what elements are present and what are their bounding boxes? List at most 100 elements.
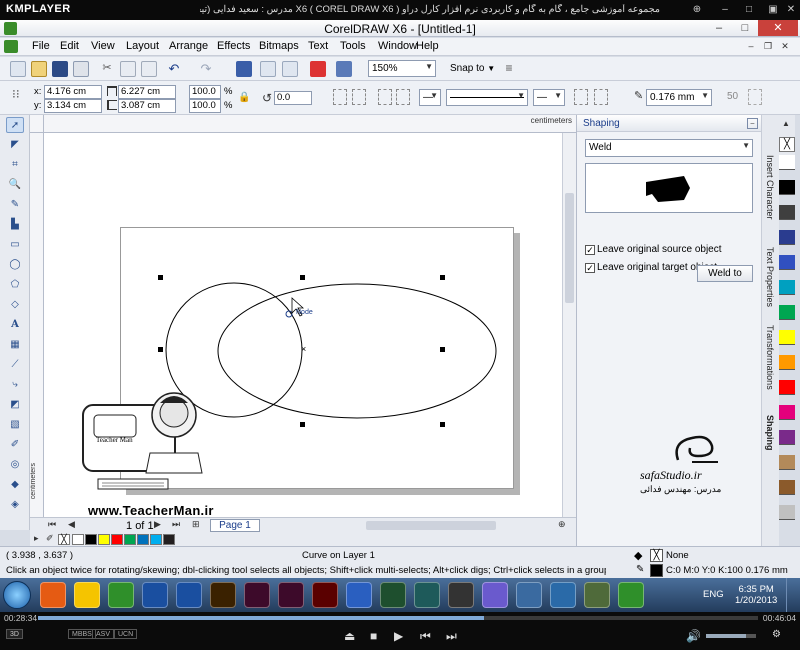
export-icon[interactable] <box>282 61 298 77</box>
color-swatch[interactable] <box>779 255 795 270</box>
import-icon[interactable] <box>260 61 276 77</box>
palette-swatch[interactable] <box>150 534 162 545</box>
document-icon[interactable] <box>4 40 18 53</box>
application-launcher-icon[interactable] <box>336 61 352 77</box>
shaping-mode-select[interactable]: Weld ▼ <box>585 139 753 157</box>
color-swatch[interactable] <box>779 380 795 395</box>
close-curve-icon[interactable] <box>574 89 588 105</box>
blend-tool-icon[interactable]: ◩ <box>6 397 24 413</box>
no-color-swatch[interactable]: ╳ <box>58 534 70 545</box>
system-clock[interactable]: 6:35 PM 1/20/2013 <box>735 584 777 606</box>
badge-3[interactable]: UCN <box>114 629 138 639</box>
menu-file[interactable]: File <box>32 40 50 52</box>
taskbar-app-app[interactable] <box>584 582 610 608</box>
selection-handle[interactable] <box>300 275 305 280</box>
taskbar-app-app[interactable] <box>380 582 406 608</box>
wrap-text-icon[interactable] <box>594 89 608 105</box>
transparency-tool-icon[interactable]: ▧ <box>6 417 24 433</box>
palette-scroll-icon[interactable]: ▸ <box>34 533 39 544</box>
x-position-field[interactable]: 4.176 cm <box>44 85 102 99</box>
fill-swatch[interactable]: ╳ <box>650 549 663 562</box>
paste-icon[interactable] <box>141 61 157 77</box>
crop-tool-icon[interactable]: ⌗ <box>6 157 24 173</box>
color-swatch[interactable] <box>779 405 795 420</box>
search-content-icon[interactable] <box>236 61 252 77</box>
selection-handle[interactable] <box>440 275 445 280</box>
color-swatch[interactable] <box>779 455 795 470</box>
color-swatch[interactable] <box>779 205 795 220</box>
color-swatch[interactable] <box>779 430 795 445</box>
start-arrowhead-select[interactable]: — ▼ <box>419 89 441 106</box>
scale-x-field[interactable]: 100.0 <box>189 85 221 99</box>
language-indicator[interactable]: ENG <box>703 589 724 600</box>
color-swatch[interactable] <box>779 230 795 245</box>
pick-tool-icon[interactable]: ➚ <box>6 117 24 133</box>
taskbar-app-coreldraw[interactable] <box>618 582 644 608</box>
color-swatch[interactable] <box>779 355 795 370</box>
ruler-origin[interactable] <box>30 115 44 133</box>
horizontal-scroll-thumb[interactable] <box>366 521 496 530</box>
mirror-horizontal-icon[interactable] <box>333 89 347 105</box>
color-swatch[interactable] <box>779 180 795 195</box>
save-icon[interactable] <box>52 61 68 77</box>
shape-tool-icon[interactable]: ◤ <box>6 137 24 153</box>
prev-page-icon[interactable]: ◀ <box>68 519 75 530</box>
options-icon[interactable]: ≡ <box>501 61 517 77</box>
menu-arrange[interactable]: Arrange <box>169 40 208 52</box>
angle-field[interactable]: 0.0 <box>274 91 312 105</box>
taskbar-app-app[interactable] <box>414 582 440 608</box>
doc-close-button[interactable]: ✕ <box>779 40 791 52</box>
zoom-level-select[interactable]: 150% ▼ <box>368 60 436 77</box>
taskbar-app-search[interactable] <box>346 582 372 608</box>
maximize-button[interactable]: □ <box>732 20 758 36</box>
outline-swatch[interactable] <box>650 564 663 577</box>
play-icon[interactable]: ▶ <box>394 629 403 643</box>
menu-layout[interactable]: Layout <box>126 40 159 52</box>
volume-slider[interactable] <box>706 634 756 638</box>
palette-swatch[interactable] <box>85 534 97 545</box>
interactive-fill-tool-icon[interactable]: ◈ <box>6 497 24 513</box>
palette-swatch[interactable] <box>72 534 84 545</box>
eject-icon[interactable]: ⏏ <box>344 629 355 643</box>
object-origin-icon[interactable]: ⁝⁝ <box>12 87 26 107</box>
menu-text[interactable]: Text <box>308 40 328 52</box>
vertical-ruler[interactable]: centimeters <box>30 133 44 530</box>
copy-icon[interactable] <box>120 61 136 77</box>
horizontal-ruler[interactable]: centimeters <box>30 115 576 133</box>
menu-edit[interactable]: Edit <box>60 40 79 52</box>
print-icon[interactable] <box>73 61 89 77</box>
scale-y-field[interactable]: 100.0 <box>189 99 221 113</box>
next-icon[interactable]: ⏭ <box>446 629 457 644</box>
leave-target-checkbox[interactable]: ✓ <box>585 263 595 273</box>
no-fill-swatch[interactable]: ╳ <box>779 137 795 152</box>
tab-transformations[interactable]: Transformations <box>765 325 775 390</box>
quick-customize-icon[interactable] <box>748 89 762 105</box>
arrange-icon[interactable] <box>378 89 392 105</box>
doc-restore-button[interactable]: ❐ <box>762 40 774 52</box>
new-document-icon[interactable] <box>10 61 26 77</box>
tab-text-properties[interactable]: Text Properties <box>765 247 775 307</box>
taskbar-app-explorer[interactable] <box>516 582 542 608</box>
selection-handle[interactable] <box>158 347 163 352</box>
badge-2[interactable]: ASV <box>92 629 115 639</box>
badge-3d[interactable]: 3D <box>6 629 23 639</box>
zoom-nav-icon[interactable]: ⊕ <box>558 519 566 530</box>
taskbar-app-media[interactable] <box>482 582 508 608</box>
drawing-canvas[interactable]: × Node Teacher Man <box>44 133 562 520</box>
start-button[interactable] <box>3 581 31 609</box>
color-swatch[interactable] <box>779 155 795 170</box>
connector-tool-icon[interactable]: ⤷ <box>6 377 24 393</box>
cut-icon[interactable]: ✂ <box>99 61 115 77</box>
palette-swatch[interactable] <box>137 534 149 545</box>
eyedropper-tool-icon[interactable]: ✐ <box>6 437 24 453</box>
selection-handle[interactable] <box>440 422 445 427</box>
taskbar-app-app[interactable] <box>448 582 474 608</box>
color-swatch[interactable] <box>779 480 795 495</box>
tab-insert-character[interactable]: Insert Character <box>765 155 775 220</box>
kmp-fullscreen-button[interactable]: ▣ <box>766 3 780 17</box>
color-swatch[interactable] <box>779 330 795 345</box>
pin-icon[interactable]: ⊕ <box>690 3 704 17</box>
first-page-icon[interactable]: ⏮ <box>48 519 56 530</box>
leave-source-checkbox[interactable]: ✓ <box>585 245 595 255</box>
ellipse-tool-icon[interactable]: ◯ <box>6 257 24 273</box>
